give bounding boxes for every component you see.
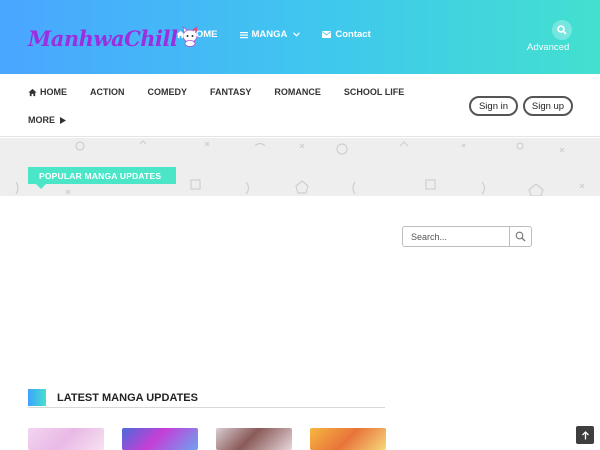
site-header: ManhwaChill HOME MANGA Contact Advanced [0, 0, 600, 74]
sign-up-button[interactable]: Sign up [523, 96, 573, 116]
menu-icon [239, 31, 248, 39]
latest-title: LATEST MANGA UPDATES [57, 391, 198, 404]
cat-more[interactable]: MORE [28, 115, 66, 125]
cat-comedy[interactable]: COMEDY [148, 87, 188, 97]
manga-thumbnail[interactable] [310, 428, 386, 450]
topnav-home[interactable]: HOME [176, 29, 218, 40]
category-row: HOME ACTION COMEDY FANTASY ROMANCE SCHOO… [28, 87, 427, 97]
divider [28, 407, 385, 408]
heading-notch [36, 184, 46, 189]
arrow-up-icon [581, 430, 590, 440]
cat-home-label: HOME [40, 87, 67, 97]
sign-in-button[interactable]: Sign in [469, 96, 518, 116]
sidebar-search [402, 226, 532, 247]
header-search-button[interactable] [552, 20, 572, 40]
cat-school-life[interactable]: SCHOOL LIFE [344, 87, 404, 97]
topnav-home-label: HOME [189, 29, 218, 40]
latest-heading: LATEST MANGA UPDATES [28, 389, 198, 406]
topnav-contact[interactable]: Contact [322, 29, 371, 40]
search-icon [557, 25, 567, 35]
caret-right-icon [60, 116, 66, 124]
cat-more-label: MORE [28, 115, 55, 125]
topnav-contact-label: Contact [335, 29, 371, 40]
top-nav: HOME MANGA Contact [176, 29, 393, 40]
topnav-manga-label: MANGA [251, 29, 288, 40]
cat-home[interactable]: HOME [28, 87, 67, 97]
latest-thumbnails [28, 428, 404, 450]
sidebar-search-button[interactable] [509, 227, 531, 246]
cat-fantasy[interactable]: FANTASY [210, 87, 251, 97]
logo-text: ManhwaChill [28, 25, 178, 51]
popular-manga-heading: POPULAR MANGA UPDATES [28, 167, 176, 184]
back-to-top-button[interactable] [576, 426, 594, 444]
mail-icon [322, 31, 332, 38]
home-icon [176, 30, 185, 39]
manga-thumbnail[interactable] [216, 428, 292, 450]
cat-action[interactable]: ACTION [90, 87, 125, 97]
heading-accent [28, 389, 46, 406]
topnav-manga[interactable]: MANGA [239, 29, 301, 40]
manga-thumbnail[interactable] [122, 428, 198, 450]
popular-band: POPULAR MANGA UPDATES [0, 138, 600, 196]
cat-romance[interactable]: ROMANCE [274, 87, 321, 97]
manga-thumbnail[interactable] [28, 428, 104, 450]
site-logo[interactable]: ManhwaChill [28, 22, 200, 54]
sidebar-search-input[interactable] [403, 227, 509, 246]
chevron-down-icon [293, 32, 301, 37]
home-icon [28, 88, 37, 97]
advanced-search-link[interactable]: Advanced [527, 42, 569, 53]
search-icon [515, 231, 526, 242]
